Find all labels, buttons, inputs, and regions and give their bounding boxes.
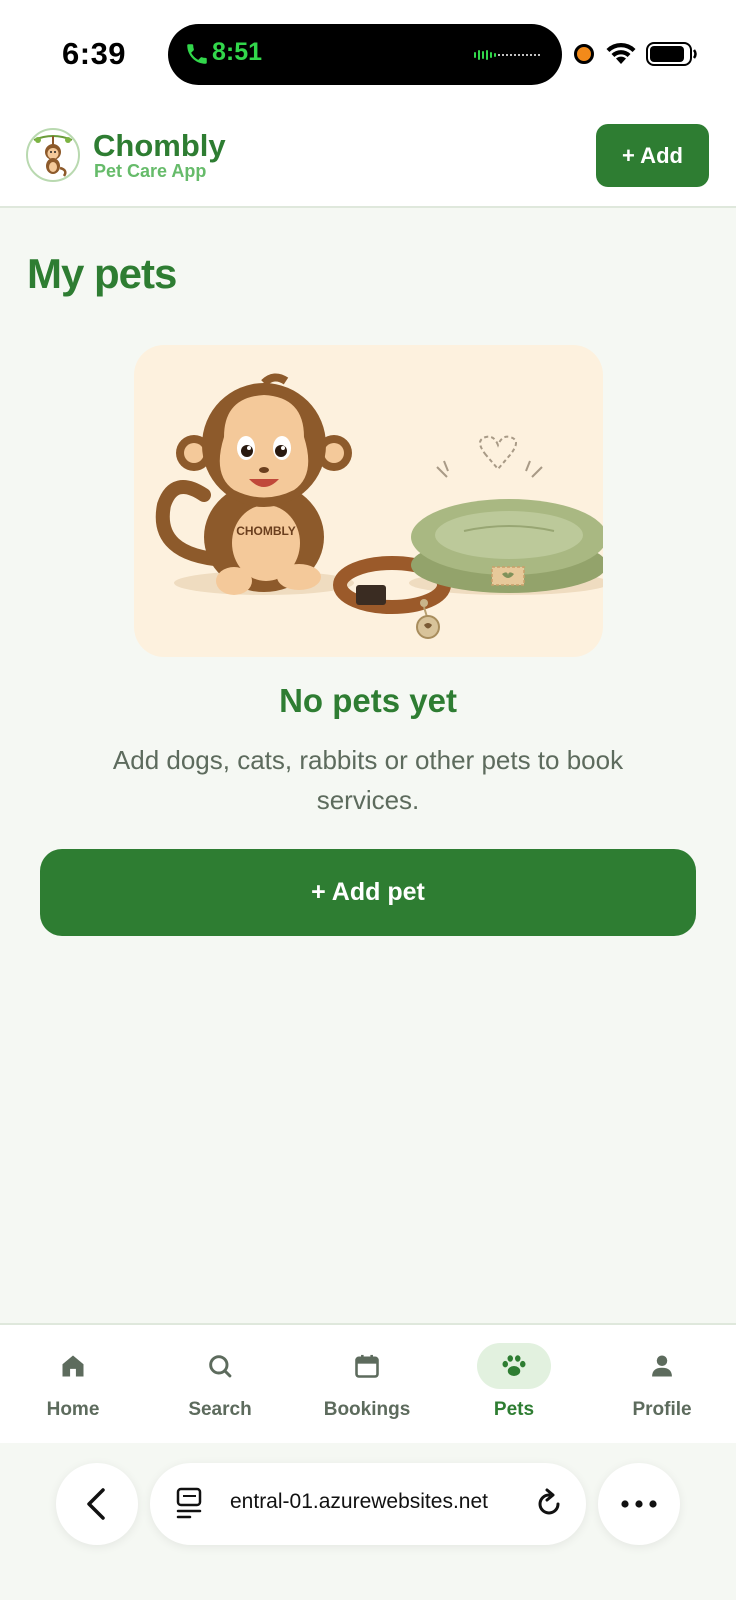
brand-name: Chombly	[93, 128, 226, 163]
call-timer: 8:51	[212, 38, 263, 66]
nav-item-bookings[interactable]: Bookings	[307, 1343, 427, 1433]
home-icon	[62, 1355, 84, 1377]
empty-state-title: No pets yet	[279, 682, 457, 719]
nav-label-bookings: Bookings	[323, 1399, 411, 1420]
recording-dot-icon	[574, 44, 594, 64]
reload-icon[interactable]	[533, 1488, 565, 1520]
nav-label-home: Home	[46, 1399, 100, 1420]
chevron-left-icon	[87, 1488, 105, 1520]
monkey-collar-bed-illustration: CHOMBLY	[155, 373, 603, 639]
browser-more-button[interactable]	[598, 1463, 680, 1545]
brand-subtitle: Pet Care App	[94, 161, 207, 181]
app-header: Chombly Pet Care App + Add	[0, 100, 736, 208]
nav-label-search: Search	[188, 1399, 252, 1420]
person-icon	[652, 1355, 672, 1377]
status-bar: 6:39 8:51	[0, 0, 736, 100]
calendar-icon	[355, 1354, 379, 1378]
bottom-nav: Home Search Bookings Pets Profile	[0, 1323, 736, 1443]
wifi-icon	[606, 42, 636, 64]
nav-item-profile[interactable]: Profile	[602, 1343, 722, 1433]
battery-icon	[646, 42, 697, 66]
nav-label-pets: Pets	[493, 1399, 535, 1420]
nav-label-profile: Profile	[632, 1399, 692, 1420]
page-title: My pets	[27, 250, 177, 297]
monkey-logo-icon	[33, 135, 73, 177]
paw-icon	[502, 1355, 526, 1376]
browser-back-button[interactable]	[56, 1463, 138, 1545]
address-bar[interactable]: entral-01.azurewebsites.net	[150, 1463, 586, 1545]
empty-state-illustration: CHOMBLY	[134, 345, 603, 657]
nav-item-home[interactable]: Home	[13, 1343, 133, 1433]
illustration-chombly-text: CHOMBLY	[236, 524, 296, 538]
nav-item-search[interactable]: Search	[160, 1343, 280, 1433]
dynamic-island[interactable]: 8:51	[168, 24, 562, 85]
status-time: 6:39	[62, 36, 127, 71]
browser-toolbar: entral-01.azurewebsites.net	[0, 1443, 736, 1600]
audio-wave-icon	[474, 50, 540, 60]
search-icon	[209, 1355, 232, 1378]
chombly-logo[interactable]	[26, 128, 80, 182]
more-dots-icon	[621, 1500, 657, 1508]
header-add-button[interactable]: + Add	[596, 124, 709, 187]
address-bar-url[interactable]: entral-01.azurewebsites.net	[230, 1490, 530, 1520]
phone-icon	[187, 44, 207, 64]
nav-item-pets[interactable]: Pets	[454, 1343, 574, 1433]
page-menu-icon[interactable]	[176, 1487, 206, 1519]
empty-state-description: Add dogs, cats, rabbits or other pets to…	[112, 745, 624, 815]
add-pet-button[interactable]: + Add pet	[40, 849, 696, 936]
